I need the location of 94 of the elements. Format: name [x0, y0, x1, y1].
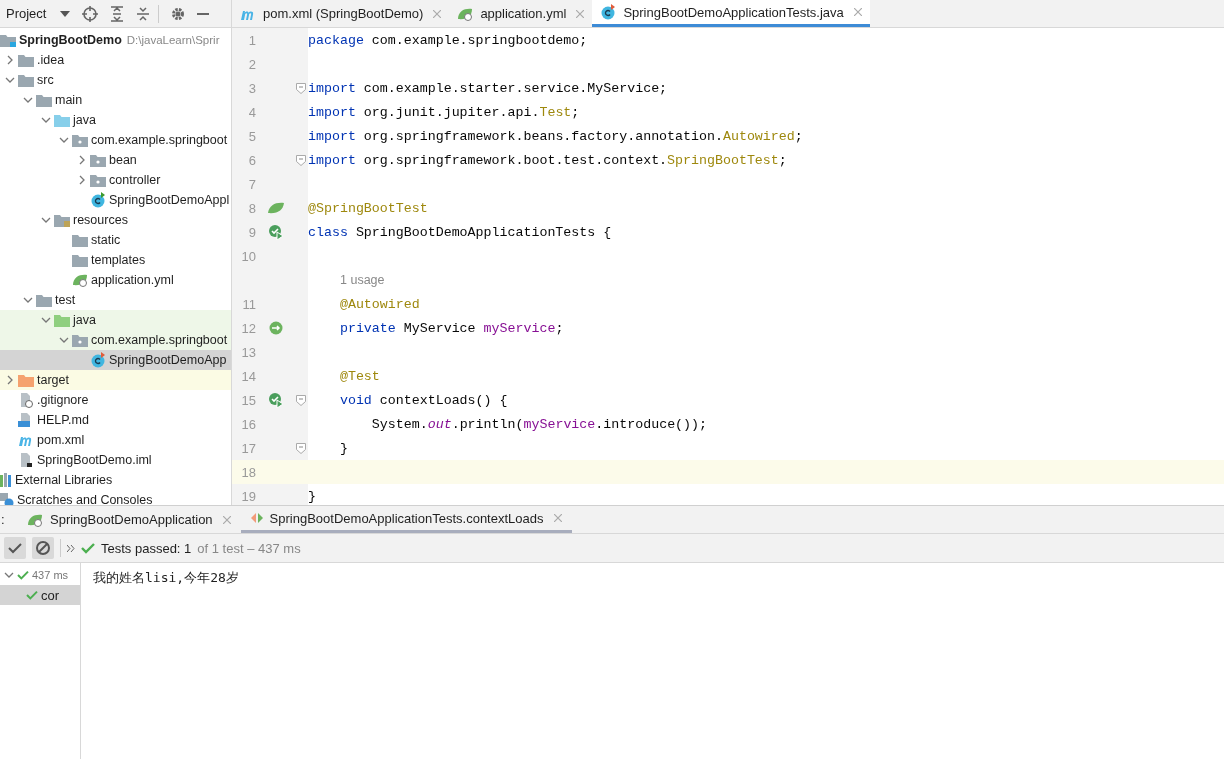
- tree-item[interactable]: com.example.springboot: [0, 130, 231, 150]
- tree-item[interactable]: controller: [0, 170, 231, 190]
- project-view-selector[interactable]: Project: [6, 6, 47, 21]
- line-number: 12: [240, 320, 256, 336]
- test-result-item[interactable]: cor: [0, 585, 80, 605]
- tree-item[interactable]: Scratches and Consoles: [0, 490, 231, 505]
- line-number: 13: [240, 344, 256, 360]
- code-line: import org.springframework.boot.test.context.SpringBootTest;: [308, 152, 787, 168]
- item-label: SpringBootDemo: [19, 33, 122, 47]
- item-label: target: [37, 373, 69, 387]
- test-status: Tests passed: 1: [101, 540, 192, 556]
- code-line: package com.example.springbootdemo;: [308, 32, 588, 48]
- tree-item[interactable]: test: [0, 290, 231, 310]
- tree-item[interactable]: SpringBootDemo.iml: [0, 450, 231, 470]
- usage-hint[interactable]: 1 usage: [340, 273, 385, 287]
- line-number: 4: [247, 104, 256, 120]
- code-line: import org.springframework.beans.factory.annotation.Autowired;: [308, 128, 803, 144]
- tree-item[interactable]: pom.xml: [0, 430, 231, 450]
- item-label: bean: [109, 153, 137, 167]
- item-label: resources: [73, 213, 128, 227]
- code-line: @SpringBootTest: [308, 200, 428, 216]
- tree-item[interactable]: .gitignore: [0, 390, 231, 410]
- line-number: 7: [247, 176, 256, 192]
- item-label: templates: [91, 253, 146, 267]
- line-number: 5: [247, 128, 256, 144]
- line-number: 18: [240, 464, 256, 480]
- tree-item[interactable]: static: [0, 230, 231, 250]
- tree-item[interactable]: main: [0, 90, 231, 110]
- tree-item[interactable]: SpringBootDemoAppl: [0, 190, 231, 210]
- editor-tab[interactable]: SpringBootDemoApplicationTests.java: [592, 0, 870, 27]
- tree-item[interactable]: java: [0, 310, 231, 330]
- code-line: @Autowired: [338, 296, 420, 312]
- line-number: 3: [247, 80, 256, 96]
- item-label: HELP.md: [37, 413, 89, 427]
- editor-tab[interactable]: application.yml: [449, 0, 593, 27]
- tree-item[interactable]: resources: [0, 210, 231, 230]
- code-line: import org.junit.jupiter.api.Test;: [308, 104, 580, 120]
- code-line: import com.example.starter.service.MyService;: [308, 80, 668, 96]
- code-line: }: [308, 488, 316, 504]
- code-line: System.out.println(myService.introduce());: [370, 416, 708, 432]
- tree-item[interactable]: External Libraries: [0, 470, 231, 490]
- item-label: pom.xml: [37, 433, 85, 447]
- line-number: 8: [247, 200, 256, 216]
- tree-item[interactable]: target: [0, 370, 231, 390]
- line-number: 9: [247, 224, 256, 240]
- tree-item[interactable]: application.yml: [0, 270, 231, 290]
- item-label: .idea: [37, 53, 65, 67]
- code-line: private MyService myService;: [338, 320, 564, 336]
- item-label: controller: [109, 173, 161, 187]
- item-label: com.example.springboot: [91, 333, 228, 347]
- test-result-item[interactable]: 437 ms: [0, 565, 80, 585]
- run-tab[interactable]: SpringBootDemoApplication: [17, 506, 241, 533]
- console-output: 我的姓名lisi,今年28岁: [93, 570, 239, 585]
- tree-item[interactable]: src: [0, 70, 231, 90]
- tree-item[interactable]: bean: [0, 150, 231, 170]
- item-label: main: [55, 93, 83, 107]
- line-number: 1: [247, 32, 256, 48]
- item-label: test: [55, 293, 76, 307]
- line-number: 10: [240, 248, 256, 264]
- line-number: 19: [240, 488, 256, 504]
- line-number: 17: [240, 440, 256, 456]
- item-label: SpringBootDemoApp: [109, 353, 227, 367]
- item-label: .gitignore: [37, 393, 89, 407]
- tree-item[interactable]: templates: [0, 250, 231, 270]
- code-line: @Test: [338, 368, 380, 384]
- line-number: 16: [240, 416, 256, 432]
- item-label: src: [37, 73, 54, 87]
- tree-item[interactable]: .idea: [0, 50, 231, 70]
- tree-item[interactable]: SpringBootDemo D:\javaLearn\Sprir: [0, 30, 231, 50]
- line-number: 15: [240, 392, 256, 408]
- line-number: 6: [247, 152, 256, 168]
- tree-item[interactable]: java: [0, 110, 231, 130]
- item-label: Scratches and Consoles: [17, 493, 153, 505]
- item-label: External Libraries: [15, 473, 113, 487]
- tree-item[interactable]: SpringBootDemoApp: [0, 350, 231, 370]
- tool-window-mark: :: [0, 512, 6, 527]
- item-label: com.example.springboot: [91, 133, 228, 147]
- item-label: SpringBootDemo.iml: [37, 453, 152, 467]
- item-label: java: [73, 113, 96, 127]
- item-label: SpringBootDemoAppl: [109, 193, 230, 207]
- item-label: static: [91, 233, 121, 247]
- item-label: java: [73, 313, 96, 327]
- code-line: class SpringBootDemoApplicationTests {: [308, 224, 612, 240]
- tree-item[interactable]: HELP.md: [0, 410, 231, 430]
- code-line: }: [338, 440, 348, 456]
- code-line: void contextLoads() {: [338, 392, 508, 408]
- line-number: 2: [247, 56, 256, 72]
- test-duration: of 1 test – 437 ms: [197, 540, 301, 556]
- editor-tab[interactable]: pom.xml (SpringBootDemo): [232, 0, 450, 27]
- item-path: D:\javaLearn\Sprir: [126, 34, 220, 46]
- line-number: 14: [240, 368, 256, 384]
- tree-item[interactable]: com.example.springboot: [0, 330, 231, 350]
- line-number: 11: [241, 296, 256, 312]
- item-label: application.yml: [91, 273, 174, 287]
